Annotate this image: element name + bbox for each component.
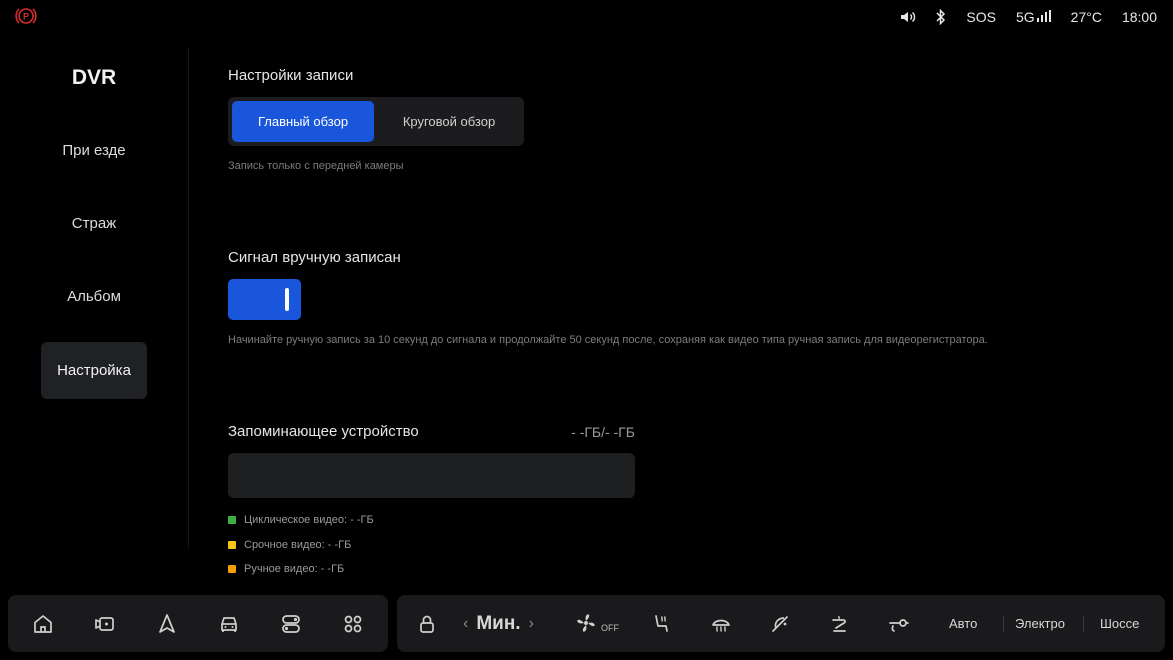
sidebar-item-album[interactable]: Альбом [41, 268, 147, 325]
drive-mode-auto[interactable]: Авто [949, 595, 977, 652]
app-title: DVR [71, 66, 117, 89]
home-icon[interactable] [29, 610, 57, 638]
steering-heat-icon[interactable] [825, 610, 853, 638]
fan-icon [573, 610, 599, 641]
svg-text:P: P [23, 12, 29, 22]
climate-dock: ‹ Мин. › OFF Авто Электро Шоссе [397, 595, 1165, 652]
parking-brake-icon: P [14, 6, 38, 26]
recording-settings-title: Настройки записи [228, 67, 354, 84]
fan-toggle[interactable]: OFF [573, 610, 619, 641]
legend-label: Циклическое видео: - -ГБ [244, 514, 374, 526]
legend-loop-video: Циклическое видео: - -ГБ [228, 514, 374, 526]
sidebar-item-label: Страж [71, 215, 117, 232]
toggle-knob [285, 288, 289, 311]
car-icon[interactable] [215, 610, 243, 638]
main-view-option[interactable]: Главный обзор [232, 101, 374, 142]
legend-dot-yellow [228, 541, 236, 549]
sidebar-item-guard[interactable]: Страж [41, 195, 147, 252]
legend-urgent-video: Срочное видео: - -ГБ [228, 539, 351, 551]
manual-signal-toggle[interactable] [228, 279, 301, 320]
app-dock [8, 595, 388, 652]
toggle-switches-icon[interactable] [277, 610, 305, 638]
storage-usage-bar [228, 453, 635, 498]
fan-speed-control: ‹ Мин. › [463, 595, 534, 652]
manual-signal-hint: Начинайте ручную запись за 10 секунд до … [228, 334, 988, 346]
chevron-left-icon[interactable]: ‹ [463, 615, 468, 633]
drive-mode-electric[interactable]: Электро [1015, 595, 1065, 652]
drive-mode-highway[interactable]: Шоссе [1100, 595, 1139, 652]
sidebar-item-label: Альбом [67, 288, 121, 305]
fan-speed-value: Мин. [476, 612, 521, 634]
navigation-icon[interactable] [153, 610, 181, 638]
legend-label: Срочное видео: - -ГБ [244, 539, 352, 551]
sidebar-item-settings[interactable]: Настройка [41, 342, 147, 399]
defrost-icon[interactable] [707, 610, 735, 638]
storage-usage-value: - -ГБ/- -ГБ [571, 424, 635, 440]
manual-signal-title: Сигнал вручную записан [228, 249, 401, 266]
legend-label: Ручное видео: - -ГБ [244, 563, 345, 575]
settings-panel: Настройки записи Главный обзор Круговой … [228, 0, 1148, 590]
sidebar-item-driving[interactable]: При езде [41, 122, 147, 179]
recording-hint: Запись только с передней камеры [228, 160, 404, 172]
mode-divider [1003, 616, 1004, 632]
sidebar-divider [188, 48, 189, 548]
sidebar-item-label: Настройка [57, 362, 131, 379]
legend-dot-orange [228, 565, 236, 573]
seat-heat-icon[interactable] [647, 610, 675, 638]
legend-manual-video: Ручное видео: - -ГБ [228, 563, 344, 575]
chevron-right-icon[interactable]: › [529, 615, 534, 633]
apps-grid-icon[interactable] [339, 610, 367, 638]
mode-divider [1083, 616, 1084, 632]
fan-state-label: OFF [601, 622, 619, 633]
surround-view-option[interactable]: Круговой обзор [378, 101, 520, 142]
mirror-heat-icon[interactable] [766, 610, 794, 638]
storage-title: Запоминающее устройство [228, 423, 419, 440]
tow-hitch-icon[interactable] [885, 610, 913, 638]
view-mode-selector: Главный обзор Круговой обзор [228, 97, 524, 146]
dvr-camera-icon[interactable] [91, 610, 119, 638]
sidebar: DVR При езде Страж Альбом Настройка [0, 40, 188, 550]
lock-icon[interactable] [413, 610, 441, 638]
legend-dot-green [228, 516, 236, 524]
sidebar-item-label: При езде [62, 142, 126, 159]
